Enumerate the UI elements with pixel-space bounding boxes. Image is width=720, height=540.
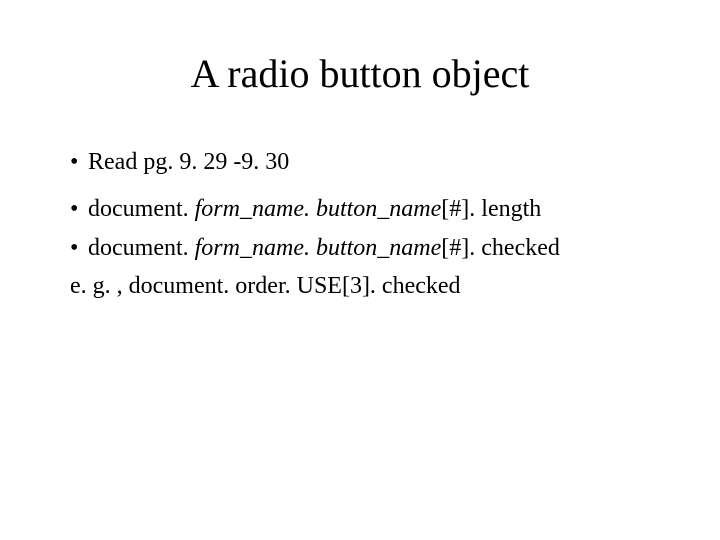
bullet-text-italic: form_name. button_name bbox=[195, 196, 442, 222]
bullet-text: Read pg. 9. 29 -9. 30 bbox=[88, 149, 289, 175]
slide: A radio button object •Read pg. 9. 29 -9… bbox=[0, 0, 720, 540]
example-line: e. g. , document. order. USE[3]. checked bbox=[70, 269, 650, 304]
example-text: e. g. , document. order. USE[3]. checked bbox=[70, 273, 461, 299]
slide-title: A radio button object bbox=[70, 50, 650, 97]
bullet-marker: • bbox=[70, 145, 88, 180]
bullet-text-italic: form_name. button_name bbox=[195, 235, 442, 261]
bullet-marker: • bbox=[70, 231, 88, 266]
bullet-text-post: [#]. checked bbox=[441, 235, 560, 261]
bullet-text-post: [#]. length bbox=[441, 196, 541, 222]
bullet-item-2: •document. form_name. button_name[#]. le… bbox=[70, 192, 650, 227]
bullet-text-pre: document. bbox=[88, 235, 195, 261]
bullet-text-pre: document. bbox=[88, 196, 195, 222]
bullet-item-3: •document. form_name. button_name[#]. ch… bbox=[70, 231, 650, 266]
slide-body: •Read pg. 9. 29 -9. 30 •document. form_n… bbox=[70, 145, 650, 304]
bullet-marker: • bbox=[70, 192, 88, 227]
bullet-item-1: •Read pg. 9. 29 -9. 30 bbox=[70, 145, 650, 180]
